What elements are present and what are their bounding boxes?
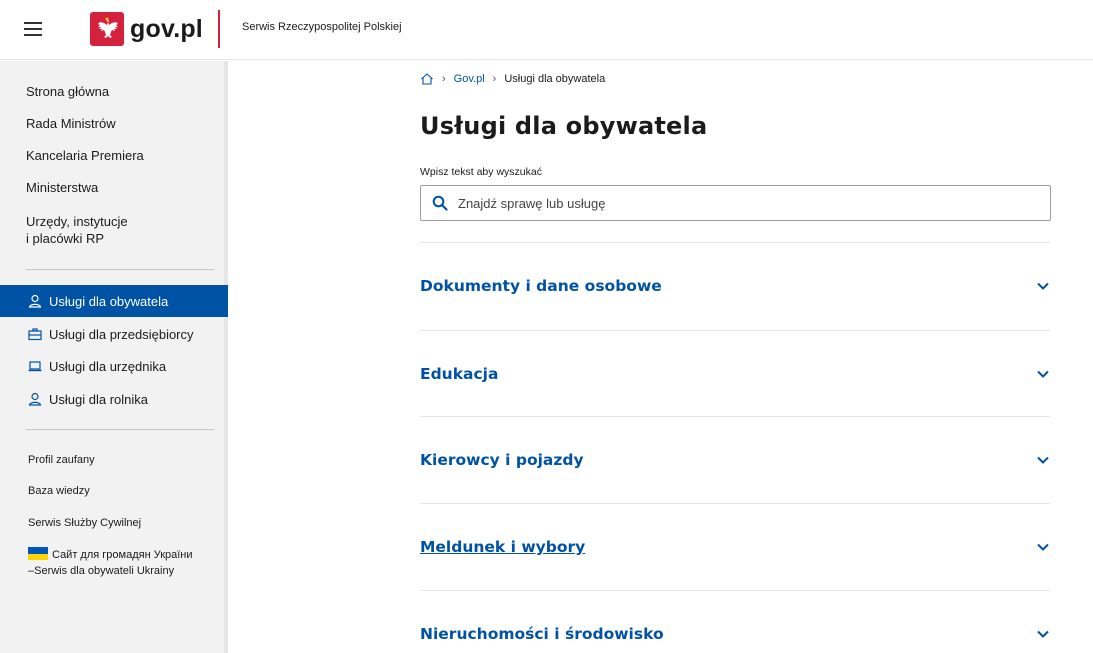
header-divider — [218, 10, 220, 48]
person-icon — [28, 392, 42, 406]
sidebar-link-ministerstwa[interactable]: Ministerstwa — [26, 179, 98, 196]
sidebar-link-urzedy-line2: i placówki RP — [26, 231, 105, 246]
search-label: Wpisz tekst aby wyszukać — [420, 166, 542, 178]
chevron-down-icon — [1037, 282, 1049, 290]
sidebar-link-ukraina-line1: Сайт для громадян України — [52, 549, 193, 561]
breadcrumb-chevron-icon: › — [442, 73, 446, 85]
laptop-icon — [28, 361, 42, 372]
category-label: Edukacja — [420, 365, 499, 383]
sidebar-service-label: Usługi dla przedsiębiorcy — [49, 326, 194, 342]
category-nieruchomosci[interactable]: Nieruchomości i środowisko — [420, 591, 1050, 653]
breadcrumb: › Gov.pl › Usługi dla obywatela — [420, 72, 605, 86]
category-edukacja[interactable]: Edukacja — [420, 331, 1050, 417]
sidebar-service-rolnik[interactable]: Usługi dla rolnika — [0, 383, 228, 415]
search-input[interactable] — [458, 195, 1018, 211]
sidebar: Strona główna Rada Ministrów Kancelaria … — [0, 61, 228, 653]
category-kierowcy[interactable]: Kierowcy i pojazdy — [420, 417, 1050, 503]
ukraine-flag-icon — [28, 547, 48, 560]
category-label: Nieruchomości i środowisko — [420, 625, 664, 643]
chevron-down-icon — [1037, 456, 1049, 464]
sidebar-divider — [26, 429, 214, 430]
category-label: Meldunek i wybory — [420, 538, 586, 556]
category-dokumenty[interactable]: Dokumenty i dane osobowe — [420, 243, 1050, 329]
chevron-down-icon — [1037, 630, 1049, 638]
chevron-down-icon — [1037, 543, 1049, 551]
search-box[interactable] — [420, 185, 1051, 221]
briefcase-icon — [28, 328, 42, 341]
category-meldunek[interactable]: Meldunek i wybory — [420, 504, 1050, 590]
sidebar-link-strona-glowna[interactable]: Strona główna — [26, 83, 109, 100]
sidebar-link-rada-ministrow[interactable]: Rada Ministrów — [26, 115, 116, 132]
page-title: Usługi dla obywatela — [420, 112, 708, 140]
sidebar-link-profil-zaufany[interactable]: Profil zaufany — [28, 452, 95, 468]
sidebar-link-ukraina[interactable]: Сайт для громадян України –Serwis dla ob… — [28, 547, 193, 579]
chevron-down-icon — [1037, 370, 1049, 378]
sidebar-service-przedsiebiorca[interactable]: Usługi dla przedsiębiorcy — [0, 318, 228, 350]
sidebar-service-obywatel[interactable]: Usługi dla obywatela — [0, 285, 228, 317]
category-label: Kierowcy i pojazdy — [420, 451, 584, 469]
home-icon[interactable] — [420, 72, 434, 86]
breadcrumb-chevron-icon: › — [492, 73, 497, 85]
sidebar-link-ukraina-line2: –Serwis dla obywateli Ukrainy — [28, 565, 175, 577]
hamburger-menu-icon[interactable] — [24, 22, 42, 36]
sidebar-divider — [26, 269, 214, 270]
sidebar-link-urzedy-line1: Urzędy, instytucje — [26, 214, 128, 229]
sidebar-service-label: Usługi dla obywatela — [49, 293, 169, 309]
person-icon — [28, 294, 42, 308]
hamburger-bar — [24, 22, 42, 24]
breadcrumb-current: Usługi dla obywatela — [504, 73, 606, 85]
sidebar-service-label: Usługi dla rolnika — [49, 391, 148, 407]
breadcrumb-link-govpl[interactable]: Gov.pl — [454, 73, 485, 85]
hamburger-bar — [24, 34, 42, 36]
sidebar-service-label: Usługi dla urzędnika — [49, 358, 167, 374]
sidebar-service-urzednik[interactable]: Usługi dla urzędnika — [0, 350, 228, 382]
logo-text: gov.pl — [130, 14, 203, 43]
gov-pl-logo[interactable]: gov.pl — [90, 10, 203, 48]
top-header: gov.pl Serwis Rzeczypospolitej Polskiej — [0, 0, 1093, 60]
category-label: Dokumenty i dane osobowe — [420, 277, 662, 295]
polish-eagle-emblem-icon — [90, 12, 124, 46]
sidebar-link-urzedy[interactable]: Urzędy, instytucje i placówki RP — [26, 213, 128, 247]
search-icon — [432, 195, 448, 211]
header-subtitle: Serwis Rzeczypospolitej Polskiej — [242, 21, 402, 33]
sidebar-link-sluzba-cywilna[interactable]: Serwis Służby Cywilnej — [28, 515, 141, 531]
hamburger-bar — [24, 28, 42, 30]
sidebar-link-baza-wiedzy[interactable]: Baza wiedzy — [28, 483, 90, 499]
sidebar-link-kancelaria-premiera[interactable]: Kancelaria Premiera — [26, 147, 144, 164]
